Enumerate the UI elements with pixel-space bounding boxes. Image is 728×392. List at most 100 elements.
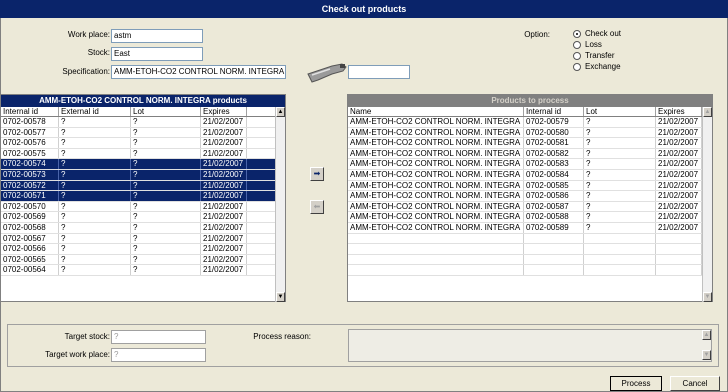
cell-external-id: ? bbox=[59, 138, 131, 148]
scroll-down-icon[interactable]: ▼ bbox=[703, 292, 712, 302]
option-exchange-radio[interactable]: Exchange bbox=[573, 61, 621, 72]
table-row[interactable]: AMM-ETOH-CO2 CONTROL NORM. INTEGRA 0702-0… bbox=[348, 191, 712, 202]
table-row[interactable]: AMM-ETOH-CO2 CONTROL NORM. INTEGRA 0702-0… bbox=[348, 222, 712, 234]
specification-field[interactable]: AMM-ETOH-CO2 CONTROL NORM. INTEGRA bbox=[111, 65, 286, 79]
col-name[interactable]: Name bbox=[348, 107, 524, 116]
cell-name: AMM-ETOH-CO2 CONTROL NORM. INTEGRA bbox=[348, 138, 524, 148]
table-row[interactable]: 0702-00566?? 21/02/2007 bbox=[1, 244, 285, 255]
radio-icon[interactable] bbox=[573, 62, 581, 71]
col-expires[interactable]: Expires bbox=[656, 107, 702, 116]
remove-from-process-button[interactable]: ⬅ bbox=[310, 200, 324, 214]
scroll-up-icon[interactable]: ▲ bbox=[276, 107, 285, 117]
cell-expires: 21/02/2007 bbox=[201, 169, 247, 180]
option-transfer-radio[interactable]: Transfer bbox=[573, 50, 615, 61]
cell-expires: 21/02/2007 bbox=[201, 138, 247, 148]
table-row[interactable]: AMM-ETOH-CO2 CONTROL NORM. INTEGRA 0702-0… bbox=[348, 159, 712, 170]
cell-external-id: ? bbox=[59, 222, 131, 233]
barcode-input[interactable] bbox=[348, 65, 410, 79]
table-row[interactable]: 0702-00576?? 21/02/2007 bbox=[1, 138, 285, 149]
table-row[interactable]: AMM-ETOH-CO2 CONTROL NORM. INTEGRA 0702-0… bbox=[348, 201, 712, 213]
col-external-id[interactable]: External id bbox=[59, 107, 131, 116]
scroll-down-icon[interactable]: ▼ bbox=[702, 350, 711, 360]
col-lot[interactable]: Lot bbox=[131, 107, 201, 116]
cell-external-id: ? bbox=[59, 127, 131, 138]
cell-expires: 21/02/2007 bbox=[656, 222, 702, 233]
radio-icon[interactable] bbox=[573, 29, 581, 38]
target-work-place-field[interactable]: ? bbox=[111, 348, 206, 362]
table-row[interactable]: 0702-00578?? 21/02/2007 bbox=[1, 117, 285, 128]
table-row[interactable]: 0702-00567?? 21/02/2007 bbox=[1, 233, 285, 245]
table-row[interactable]: 0702-00572?? 21/02/2007 bbox=[1, 180, 285, 192]
cell-name: AMM-ETOH-CO2 CONTROL NORM. INTEGRA bbox=[348, 159, 524, 169]
empty-cell bbox=[656, 254, 702, 265]
cell-lot: ? bbox=[584, 191, 656, 201]
option-label-text: Check out bbox=[585, 29, 622, 38]
scroll-up-icon[interactable]: ▲ bbox=[703, 107, 712, 117]
table-row[interactable]: 0702-00573?? 21/02/2007 bbox=[1, 169, 285, 181]
cell-internal-id: 0702-00569 bbox=[1, 212, 59, 222]
empty-row bbox=[348, 233, 712, 245]
table-row[interactable]: 0702-00565?? 21/02/2007 bbox=[1, 254, 285, 266]
cell-internal-id: 0702-00584 bbox=[524, 169, 584, 180]
table-row[interactable]: AMM-ETOH-CO2 CONTROL NORM. INTEGRA 0702-0… bbox=[348, 138, 712, 149]
products-to-process-panel: Products to process Name Internal id Lot… bbox=[347, 94, 713, 302]
cell-expires: 21/02/2007 bbox=[201, 159, 247, 169]
col-internal-id[interactable]: Internal id bbox=[1, 107, 59, 116]
option-check-out-radio[interactable]: Check out bbox=[573, 28, 621, 39]
cell-expires: 21/02/2007 bbox=[656, 169, 702, 180]
cell-expires: 21/02/2007 bbox=[656, 191, 702, 201]
table-row[interactable]: AMM-ETOH-CO2 CONTROL NORM. INTEGRA 0702-0… bbox=[348, 127, 712, 139]
products-to-process-header: Name Internal id Lot Expires bbox=[348, 107, 712, 117]
table-row[interactable]: 0702-00575?? 21/02/2007 bbox=[1, 148, 285, 160]
products-to-process-scrollbar[interactable]: ▲ ▼ bbox=[702, 107, 712, 302]
process-reason-textarea[interactable] bbox=[348, 329, 712, 362]
table-row[interactable]: 0702-00569?? 21/02/2007 bbox=[1, 212, 285, 223]
table-row[interactable]: AMM-ETOH-CO2 CONTROL NORM. INTEGRA 0702-0… bbox=[348, 117, 712, 128]
cell-lot: ? bbox=[584, 127, 656, 138]
table-row[interactable]: 0702-00571?? 21/02/2007 bbox=[1, 191, 285, 202]
table-row[interactable]: AMM-ETOH-CO2 CONTROL NORM. INTEGRA 0702-0… bbox=[348, 169, 712, 181]
col-expires[interactable]: Expires bbox=[201, 107, 247, 116]
available-products-scrollbar[interactable]: ▲ ▼ bbox=[275, 107, 285, 302]
cell-internal-id: 0702-00571 bbox=[1, 191, 59, 201]
option-label-text: Exchange bbox=[585, 62, 621, 71]
table-row[interactable]: AMM-ETOH-CO2 CONTROL NORM. INTEGRA 0702-0… bbox=[348, 180, 712, 192]
process-button[interactable]: Process bbox=[610, 376, 662, 391]
empty-cell bbox=[584, 265, 656, 275]
table-row[interactable]: 0702-00564?? 21/02/2007 bbox=[1, 265, 285, 276]
target-stock-label: Target stock: bbox=[64, 332, 110, 341]
radio-icon[interactable] bbox=[573, 40, 581, 49]
cell-name: AMM-ETOH-CO2 CONTROL NORM. INTEGRA bbox=[348, 148, 524, 159]
specification-label: Specification: bbox=[62, 67, 110, 76]
work-place-field[interactable]: astm bbox=[111, 29, 203, 43]
table-row[interactable]: AMM-ETOH-CO2 CONTROL NORM. INTEGRA 0702-0… bbox=[348, 148, 712, 160]
add-to-process-button[interactable]: ➡ bbox=[310, 167, 324, 181]
table-row[interactable]: 0702-00570?? 21/02/2007 bbox=[1, 201, 285, 213]
scroll-up-icon[interactable]: ▲ bbox=[702, 330, 711, 340]
empty-cell bbox=[348, 233, 524, 244]
table-row[interactable]: AMM-ETOH-CO2 CONTROL NORM. INTEGRA 0702-0… bbox=[348, 212, 712, 223]
empty-cell bbox=[656, 244, 702, 254]
option-loss-radio[interactable]: Loss bbox=[573, 39, 602, 50]
available-products-header: Internal id External id Lot Expires bbox=[1, 107, 285, 117]
cell-external-id: ? bbox=[59, 254, 131, 265]
cell-internal-id: 0702-00565 bbox=[1, 254, 59, 265]
table-row[interactable]: 0702-00568?? 21/02/2007 bbox=[1, 222, 285, 234]
cell-internal-id: 0702-00567 bbox=[1, 233, 59, 244]
cell-name: AMM-ETOH-CO2 CONTROL NORM. INTEGRA bbox=[348, 117, 524, 127]
scroll-down-icon[interactable]: ▼ bbox=[276, 292, 285, 302]
cell-external-id: ? bbox=[59, 265, 131, 275]
stock-label: Stock: bbox=[87, 48, 110, 57]
window-title: Check out products bbox=[0, 0, 728, 18]
stock-field[interactable]: East bbox=[111, 47, 203, 61]
radio-icon[interactable] bbox=[573, 51, 581, 60]
table-row[interactable]: 0702-00574?? 21/02/2007 bbox=[1, 159, 285, 170]
target-stock-field[interactable]: ? bbox=[111, 330, 206, 344]
col-internal-id[interactable]: Internal id bbox=[524, 107, 584, 116]
cancel-button[interactable]: Cancel bbox=[670, 376, 720, 391]
col-lot[interactable]: Lot bbox=[584, 107, 656, 116]
table-row[interactable]: 0702-00577?? 21/02/2007 bbox=[1, 127, 285, 139]
cell-expires: 21/02/2007 bbox=[656, 201, 702, 212]
cell-lot: ? bbox=[584, 180, 656, 191]
cell-external-id: ? bbox=[59, 244, 131, 254]
